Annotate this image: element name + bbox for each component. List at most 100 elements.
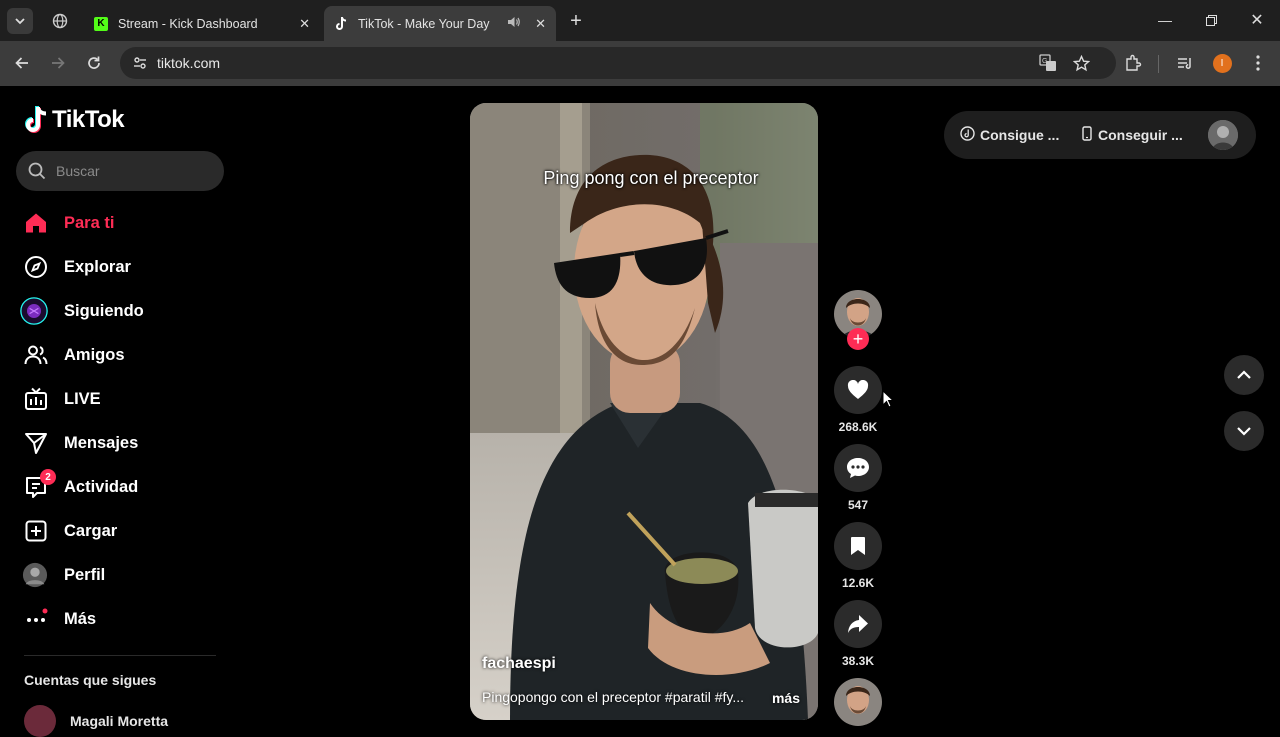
svg-text:G: G [1042, 58, 1047, 65]
minimize-button[interactable]: — [1142, 0, 1188, 40]
save-count: 12.6K [841, 576, 875, 590]
search-placeholder: Buscar [56, 163, 100, 179]
nav-label: Cargar [64, 521, 118, 540]
following-header: Cuentas que sigues [24, 672, 157, 688]
nav-label: Explorar [64, 257, 131, 276]
comment-icon[interactable] [834, 444, 882, 492]
get-app-button[interactable]: Conseguir ... [1082, 126, 1183, 144]
video-author[interactable]: fachaespi [482, 655, 556, 673]
phone-icon [1082, 126, 1092, 144]
close-tab-icon[interactable]: ✕ [299, 16, 310, 32]
get-app-bar: Consigue ... Conseguir ... [944, 111, 1256, 159]
bookmark-star-icon[interactable] [1069, 51, 1093, 75]
avatar [24, 705, 56, 737]
nav-para-ti[interactable]: Para ti [24, 207, 224, 239]
profile-initial: I [1212, 53, 1232, 73]
next-creator-avatar[interactable] [834, 678, 882, 726]
follow-button[interactable]: + [847, 328, 869, 350]
account-name: Magali Moretta [70, 713, 169, 729]
nav-label: Más [64, 609, 97, 628]
save-action[interactable]: 12.6K [834, 522, 882, 590]
friends-icon [24, 343, 48, 367]
browser-toolbar: tiktok.com G I [0, 41, 1280, 86]
nav-actividad[interactable]: 2 Actividad [24, 469, 224, 503]
live-icon [24, 387, 48, 411]
get-coins-button[interactable]: Consigue ... [960, 126, 1059, 144]
close-window-button[interactable]: ✕ [1234, 0, 1280, 40]
nav-label: Perfil [64, 565, 106, 584]
compass-icon [24, 255, 48, 279]
tab-kick-dashboard[interactable]: K Stream - Kick Dashboard ✕ [84, 6, 320, 41]
video-caption: Pingopongo con el preceptor #paratil #fy… [482, 689, 745, 705]
nav-label: Para ti [64, 213, 115, 232]
media-control-icon[interactable] [1173, 51, 1197, 75]
previous-video-button[interactable] [1224, 355, 1264, 395]
get-app-label: Conseguir ... [1098, 127, 1183, 143]
more-icon [24, 607, 48, 631]
like-action[interactable]: 268.6K [834, 366, 882, 434]
video-overlay-text: Ping pong con el preceptor [543, 168, 759, 188]
chevron-up-icon [1237, 370, 1251, 379]
reload-button[interactable] [80, 49, 108, 77]
translate-icon[interactable]: G [1036, 51, 1060, 75]
tiktok-logo[interactable]: TikTok [24, 106, 125, 134]
nav-label: Mensajes [64, 433, 139, 452]
tab-search-button[interactable] [7, 8, 33, 34]
home-icon [24, 211, 48, 235]
nav-perfil[interactable]: Perfil [22, 559, 224, 591]
nav-explorar[interactable]: Explorar [24, 251, 224, 283]
site-info-icon[interactable] [132, 55, 148, 76]
tab-title: Stream - Kick Dashboard [118, 16, 258, 31]
nav-label: LIVE [64, 389, 101, 408]
nav-label: Siguiendo [64, 301, 144, 320]
profile-avatar[interactable]: I [1210, 51, 1234, 75]
nav-mensajes[interactable]: Mensajes [24, 427, 224, 459]
nav-cargar[interactable]: Cargar [24, 515, 224, 547]
forward-button[interactable] [44, 49, 72, 77]
video-player[interactable]: Ping pong con el preceptor fachaespi Pin… [470, 103, 818, 720]
nav-siguiendo[interactable]: Siguiendo [20, 295, 224, 327]
user-avatar[interactable] [1208, 120, 1238, 150]
extensions-icon[interactable] [1121, 51, 1145, 75]
address-bar[interactable]: tiktok.com G [120, 47, 1116, 79]
search-icon [28, 162, 46, 185]
tiktok-coin-icon [960, 126, 975, 144]
video-frame [470, 103, 818, 720]
kick-icon: K [94, 16, 108, 31]
share-count: 38.3K [841, 654, 875, 668]
share-icon[interactable] [834, 600, 882, 648]
search-input[interactable]: Buscar [16, 151, 224, 191]
nav-live[interactable]: LIVE [24, 383, 224, 415]
close-tab-icon[interactable]: ✕ [535, 16, 546, 32]
restore-button[interactable] [1188, 0, 1234, 40]
bookmark-icon[interactable] [834, 522, 882, 570]
profile-avatar-icon [22, 562, 48, 588]
following-avatar-icon [20, 297, 48, 325]
speaker-icon[interactable] [507, 16, 521, 31]
caption-more-button[interactable]: más [772, 690, 800, 706]
comment-action[interactable]: 547 [834, 444, 882, 512]
nav-mas[interactable]: Más [24, 603, 224, 635]
nav-label: Amigos [64, 345, 125, 364]
following-account[interactable]: Magali Moretta [24, 705, 168, 737]
comment-count: 547 [847, 498, 869, 512]
nav-amigos[interactable]: Amigos [24, 339, 224, 371]
menu-kebab-icon[interactable] [1246, 51, 1270, 75]
tab-tiktok[interactable]: TikTok - Make Your Day ✕ [324, 6, 556, 41]
share-action[interactable]: 38.3K [834, 600, 882, 668]
next-video-button[interactable] [1224, 411, 1264, 451]
heart-icon[interactable] [834, 366, 882, 414]
tiktok-logo-icon [25, 106, 47, 133]
globe-icon[interactable] [47, 8, 73, 34]
upload-icon [24, 519, 48, 543]
messages-icon [24, 431, 48, 455]
new-tab-button[interactable]: + [563, 8, 589, 34]
tab-title: TikTok - Make Your Day [358, 16, 490, 31]
back-button[interactable] [8, 49, 36, 77]
sidebar-divider [24, 655, 216, 656]
url-text: tiktok.com [157, 55, 221, 71]
get-coins-label: Consigue ... [980, 127, 1060, 143]
nav-label: Actividad [64, 477, 139, 496]
tiktok-icon [334, 16, 348, 31]
activity-badge: 2 [40, 469, 56, 485]
